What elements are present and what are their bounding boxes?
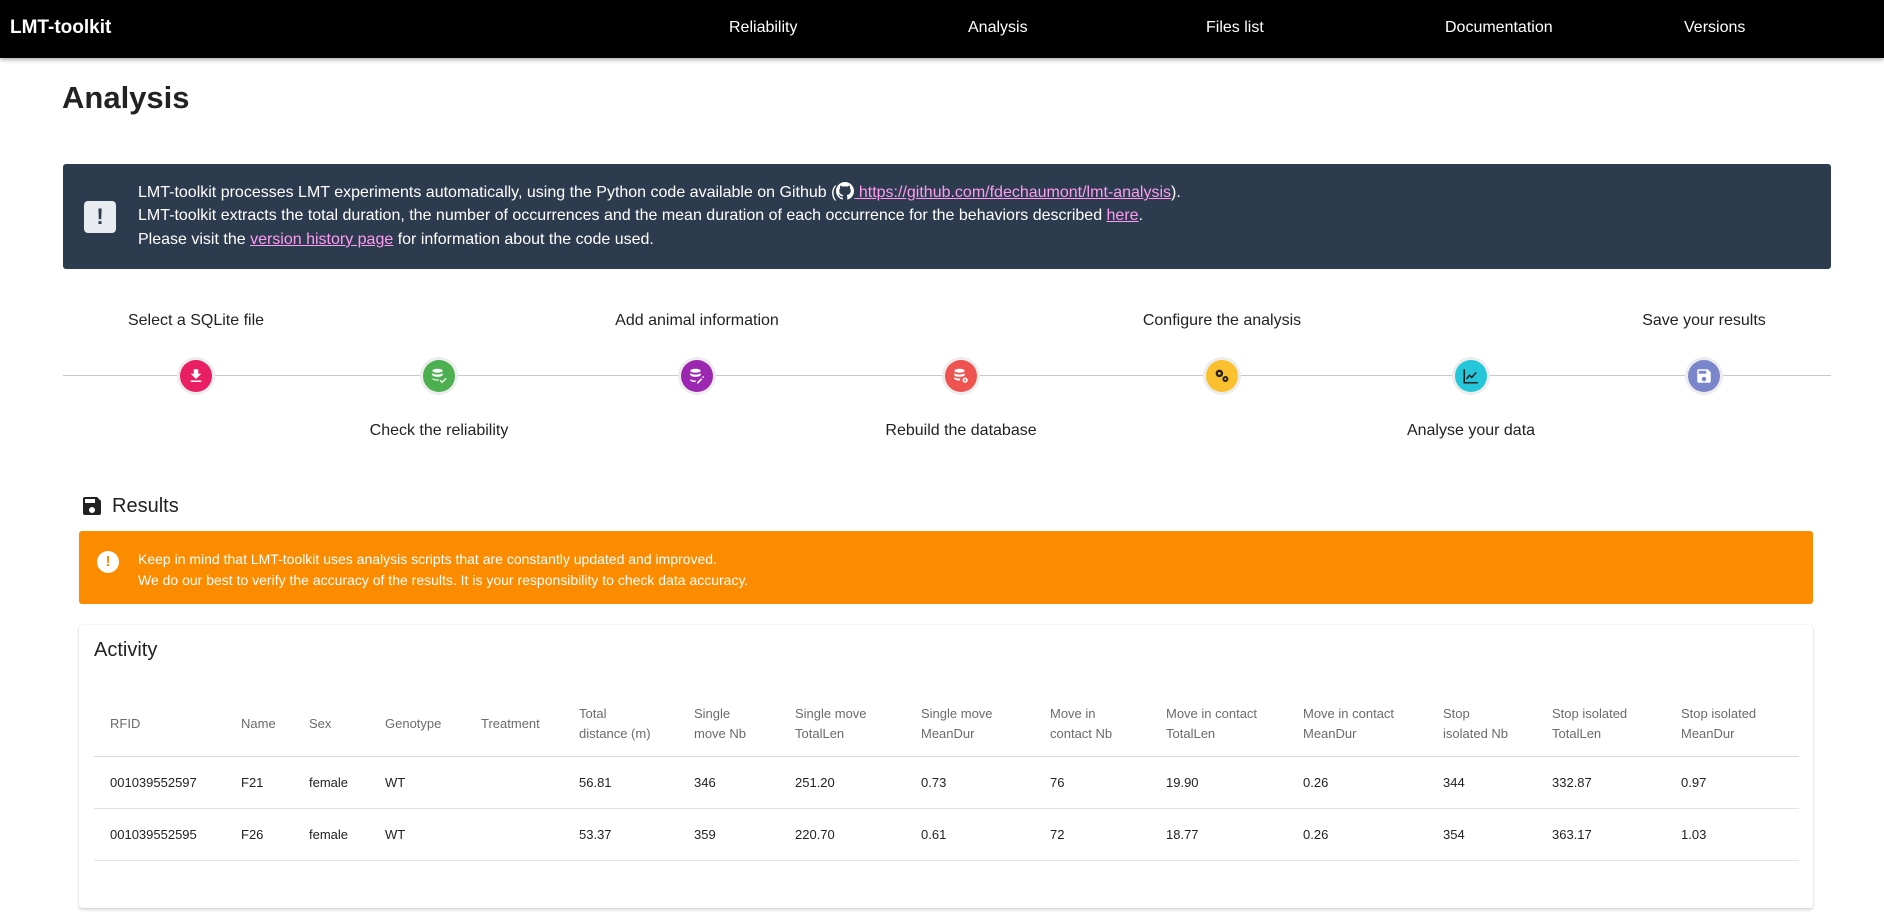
table-cell: 56.81	[563, 756, 678, 809]
table-cell: 18.77	[1150, 808, 1287, 861]
table-cell: 53.37	[563, 808, 678, 861]
table-cell: 001039552595	[94, 808, 225, 861]
table-cell	[465, 808, 563, 861]
step-label-add-animal-info: Add animal information	[615, 312, 779, 329]
col-header[interactable]: Single move TotalLen	[779, 692, 905, 757]
step-label-configure-analysis: Configure the analysis	[1142, 312, 1302, 329]
database-edit-icon	[690, 368, 705, 384]
github-icon	[836, 182, 855, 200]
page-title: Analysis	[62, 80, 190, 115]
col-header[interactable]: Move in contact TotalLen	[1150, 692, 1287, 757]
info-line-3: Please visit the version history page fo…	[138, 231, 654, 248]
col-header[interactable]: Sex	[293, 692, 369, 757]
activity-title: Activity	[94, 639, 158, 661]
table-cell: F26	[225, 808, 293, 861]
table-cell: 0.97	[1665, 756, 1799, 809]
step-label-save-results: Save your results	[1642, 312, 1766, 329]
table-cell: 344	[1427, 756, 1536, 809]
table-cell: 354	[1427, 808, 1536, 861]
col-header[interactable]: Total distance (m)	[563, 692, 678, 757]
table-cell: 1.03	[1665, 808, 1799, 861]
nav-link-documentation[interactable]: Documentation	[1445, 19, 1553, 37]
nav-link-versions[interactable]: Versions	[1684, 19, 1745, 37]
info-line-2: LMT-toolkit extracts the total duration,…	[138, 207, 1144, 224]
behaviors-here-link[interactable]: here	[1107, 207, 1139, 224]
alert-circle-icon: !	[97, 551, 119, 573]
table-cell: 363.17	[1536, 808, 1665, 861]
warning-line-2: We do our best to verify the accuracy of…	[138, 572, 749, 588]
col-header[interactable]: Move in contact Nb	[1034, 692, 1150, 757]
table-cell: female	[293, 808, 369, 861]
col-header[interactable]: RFID	[94, 692, 225, 757]
database-gear-icon	[954, 368, 968, 383]
top-navbar: LMT-toolkit Reliability Analysis Files l…	[0, 0, 1884, 58]
col-header[interactable]: Treatment	[465, 692, 563, 757]
table-cell: 001039552597	[94, 756, 225, 809]
col-header[interactable]: Move in contact MeanDur	[1287, 692, 1427, 757]
nav-link-files-list[interactable]: Files list	[1206, 19, 1264, 37]
version-history-link[interactable]: version history page	[250, 231, 393, 248]
table-row: 001039552595 F26 female WT 53.37 359 220…	[94, 808, 1799, 861]
col-header[interactable]: Stop isolated TotalLen	[1536, 692, 1665, 757]
table-cell	[465, 756, 563, 809]
table-cell: 359	[678, 808, 779, 861]
step-check-reliability[interactable]	[423, 360, 455, 392]
step-add-animal-info[interactable]	[681, 360, 713, 392]
download-icon	[190, 369, 202, 382]
table-cell: 251.20	[779, 756, 905, 809]
chart-line-icon	[1463, 369, 1478, 384]
exclamation-icon: !	[84, 201, 116, 233]
col-header[interactable]: Stop isolated Nb	[1427, 692, 1536, 757]
github-link[interactable]: https://github.com/fdechaumont/lmt-analy…	[854, 184, 1171, 201]
nav-link-analysis[interactable]: Analysis	[968, 19, 1028, 37]
gears-icon	[1215, 369, 1229, 382]
table-cell: F21	[225, 756, 293, 809]
table-cell: WT	[369, 756, 465, 809]
step-label-analyse-data: Analyse your data	[1406, 422, 1536, 439]
table-cell: 72	[1034, 808, 1150, 861]
info-line-1: LMT-toolkit processes LMT experiments au…	[138, 182, 1181, 201]
step-label-check-reliability: Check the reliability	[369, 422, 509, 439]
table-header-row: RFID Name Sex Genotype Treatment Total di…	[94, 692, 1799, 757]
results-heading: Results	[80, 494, 179, 518]
save-icon	[1697, 369, 1711, 383]
step-analyse-data[interactable]	[1455, 360, 1487, 392]
warning-line-1: Keep in mind that LMT-toolkit uses analy…	[138, 551, 717, 567]
table-cell: 332.87	[1536, 756, 1665, 809]
table-cell: 0.61	[905, 808, 1034, 861]
database-check-icon	[432, 368, 447, 384]
step-label-select-sqlite: Select a SQLite file	[127, 312, 265, 329]
activity-card: Activity RFID Name Sex Genotype Treatmen…	[79, 625, 1813, 908]
warning-alert: ! Keep in mind that LMT-toolkit uses ana…	[79, 531, 1813, 604]
step-rebuild-database[interactable]	[945, 360, 977, 392]
col-header[interactable]: Single move Nb	[678, 692, 779, 757]
table-cell: 19.90	[1150, 756, 1287, 809]
step-select-sqlite[interactable]	[180, 360, 212, 392]
col-header[interactable]: Single move MeanDur	[905, 692, 1034, 757]
activity-table: RFID Name Sex Genotype Treatment Total di…	[94, 692, 1799, 861]
results-title: Results	[112, 494, 179, 517]
info-alert: ! LMT-toolkit processes LMT experiments …	[63, 164, 1831, 269]
table-cell: WT	[369, 808, 465, 861]
table-cell: 0.26	[1287, 756, 1427, 809]
table-cell: 76	[1034, 756, 1150, 809]
nav-link-reliability[interactable]: Reliability	[729, 19, 797, 37]
col-header[interactable]: Genotype	[369, 692, 465, 757]
step-label-rebuild-database: Rebuild the database	[885, 422, 1037, 439]
col-header[interactable]: Stop isolated MeanDur	[1665, 692, 1799, 757]
col-header[interactable]: Name	[225, 692, 293, 757]
brand-logo[interactable]: LMT-toolkit	[10, 17, 111, 39]
step-configure-analysis[interactable]	[1206, 360, 1238, 392]
step-save-results[interactable]	[1688, 360, 1720, 392]
table-row: 001039552597 F21 female WT 56.81 346 251…	[94, 756, 1799, 809]
table-cell: 346	[678, 756, 779, 809]
table-cell: female	[293, 756, 369, 809]
floppy-disk-icon	[83, 497, 101, 515]
table-cell: 0.73	[905, 756, 1034, 809]
table-cell: 220.70	[779, 808, 905, 861]
table-cell: 0.26	[1287, 808, 1427, 861]
